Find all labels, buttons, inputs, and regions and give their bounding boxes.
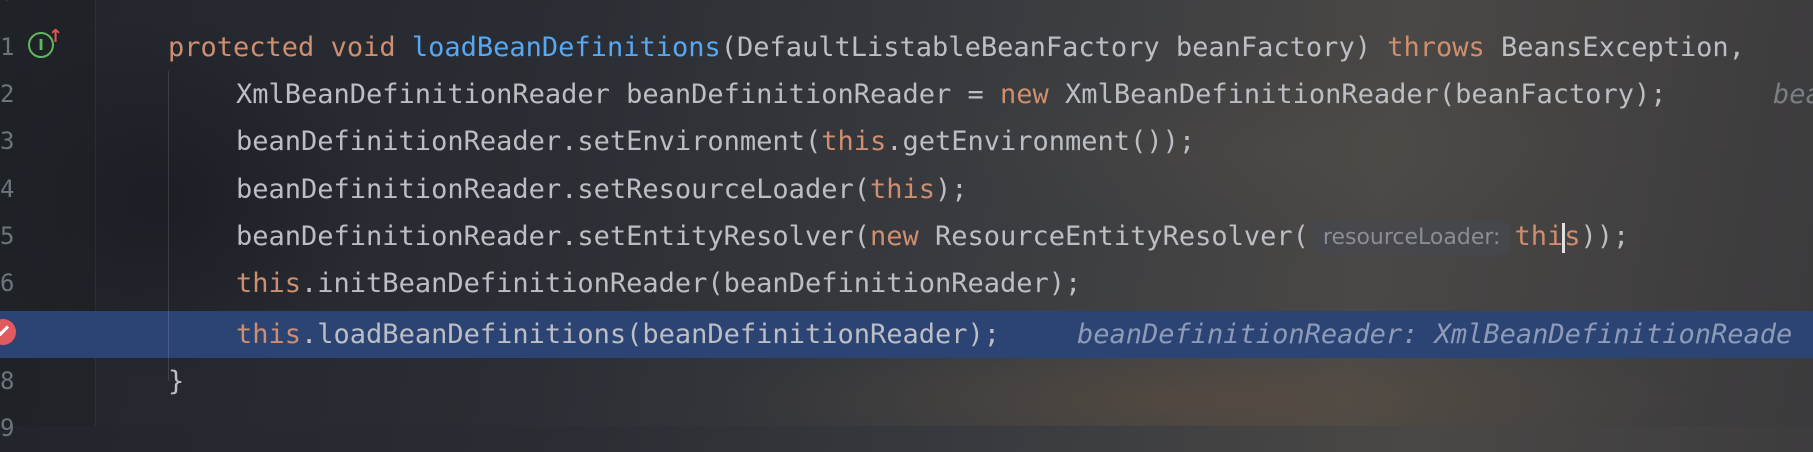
inline-value-hint: bea [1773, 79, 1813, 110]
method-name-token: loadBeanDefinitions [411, 32, 721, 63]
code-line[interactable]: 5 beanDefinitionReader.setEntityResolver… [0, 213, 1813, 260]
code-line[interactable]: 2 XmlBeanDefinitionReader beanDefinition… [0, 71, 1813, 118]
line-number: 5 [0, 222, 15, 250]
line-number: 9 [0, 414, 15, 442]
line-number: 2 [0, 80, 15, 108]
keyword-token: this [869, 174, 935, 205]
line-number: 6 [0, 269, 15, 297]
keyword-token: protected [168, 32, 315, 63]
code-line[interactable]: 4 beanDefinitionReader.setResourceLoader… [0, 166, 1813, 213]
keyword-token: new [1000, 79, 1049, 110]
code-token: ResourceEntityResolver( [918, 221, 1309, 252]
override-arrow-icon[interactable]: ↑ [48, 26, 63, 47]
code-text[interactable]: protected void loadBeanDefinitions(Defau… [168, 24, 1745, 71]
code-text[interactable]: beanDefinitionReader.setEnvironment(this… [236, 118, 1195, 165]
current-execution-line[interactable]: 7 this.loadBeanDefinitions(beanDefinitio… [0, 311, 1813, 358]
keyword-token: thi [1514, 221, 1564, 252]
code-token: .getEnvironment()); [886, 126, 1196, 157]
code-token: ); [935, 174, 968, 205]
line-number: 0 [0, 0, 14, 16]
code-token: .initBeanDefinitionReader(beanDefinition… [301, 268, 1082, 299]
keyword-token: s [1564, 221, 1581, 252]
indent-guide [168, 71, 169, 381]
line-number: 4 [0, 175, 15, 203]
parameter-name-hint: resourceLoader: [1312, 220, 1511, 255]
code-token: XmlBeanDefinitionReader beanDefinitionRe… [236, 79, 1001, 110]
code-text[interactable]: XmlBeanDefinitionReader beanDefinitionRe… [236, 71, 1667, 118]
keyword-token: void [330, 32, 396, 63]
line-number: 8 [0, 367, 15, 395]
code-text[interactable]: this.initBeanDefinitionReader(beanDefini… [236, 260, 1081, 307]
code-token: (DefaultListableBeanFactory beanFactory) [720, 32, 1371, 63]
line-number: 3 [0, 127, 15, 155]
code-token: beanDefinitionReader.setEntityResolver( [236, 221, 870, 252]
code-line[interactable]: 9 [0, 405, 1813, 452]
code-token: )); [1580, 221, 1630, 252]
code-token: beanDefinitionReader.setResourceLoader( [236, 174, 870, 205]
code-text[interactable]: this.loadBeanDefinitions(beanDefinitionR… [236, 311, 1000, 358]
code-line[interactable]: 8 } [0, 358, 1813, 405]
keyword-token: new [869, 221, 919, 252]
keyword-token: this [236, 319, 302, 350]
keyword-token: this [236, 268, 302, 299]
keyword-token: throws [1387, 32, 1485, 63]
code-token: } [168, 366, 185, 397]
line-number: 1 [0, 33, 15, 61]
code-line[interactable]: 6 this.initBeanDefinitionReader(beanDefi… [0, 260, 1813, 307]
code-line[interactable]: 3 beanDefinitionReader.setEnvironment(th… [0, 118, 1813, 165]
code-token: .loadBeanDefinitions(beanDefinitionReade… [301, 319, 1001, 350]
code-line[interactable]: 0 [0, 0, 1813, 16]
code-token: XmlBeanDefinitionReader(beanFactory); [1048, 79, 1667, 110]
code-text[interactable]: beanDefinitionReader.setEntityResolver(n… [236, 213, 1629, 260]
inline-value-hint: beanDefinitionReader: XmlBeanDefinitionR… [1077, 319, 1793, 350]
code-line[interactable]: 1 protected void loadBeanDefinitions(Def… [0, 24, 1813, 71]
code-token: beanDefinitionReader.setEnvironment( [236, 126, 822, 157]
code-text[interactable]: beanDefinitionReader.setResourceLoader(t… [236, 166, 968, 213]
code-text[interactable]: } [168, 358, 184, 405]
keyword-token: this [821, 126, 887, 157]
code-token: BeansException, [1501, 32, 1745, 63]
